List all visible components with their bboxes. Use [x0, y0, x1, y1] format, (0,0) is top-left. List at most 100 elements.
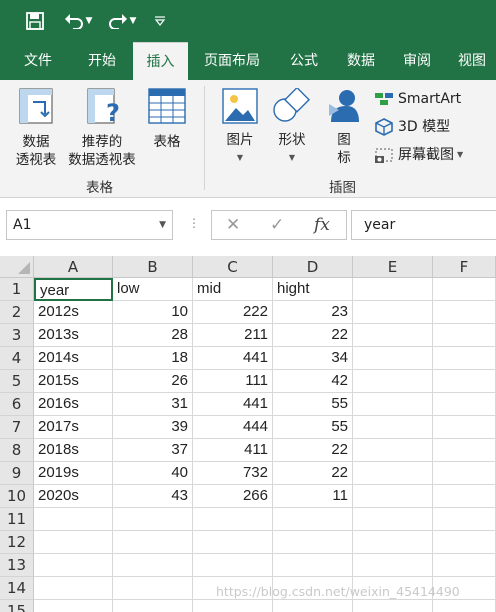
row-header-10[interactable]: 10 [0, 485, 34, 508]
cell-b14[interactable] [113, 577, 193, 600]
cell-f9[interactable] [433, 462, 496, 485]
shapes-button[interactable]: 形状 ▼ [270, 86, 314, 167]
cell-c11[interactable] [193, 508, 273, 531]
column-header-f[interactable]: F [433, 256, 496, 278]
row-header-15[interactable]: 15 [0, 600, 34, 612]
cell-d13[interactable] [273, 554, 353, 577]
tab-formulas[interactable]: 公式 [278, 42, 330, 80]
cell-d12[interactable] [273, 531, 353, 554]
cell-f5[interactable] [433, 370, 496, 393]
cell-a9[interactable]: 2019s [34, 462, 113, 485]
cell-d6[interactable]: 55 [273, 393, 353, 416]
cell-a4[interactable]: 2014s [34, 347, 113, 370]
cell-f7[interactable] [433, 416, 496, 439]
recommended-pivot-button[interactable]: ? 推荐的 数据透视表 [62, 88, 142, 169]
cell-b8[interactable]: 37 [113, 439, 193, 462]
tab-insert[interactable]: 插入 [133, 42, 188, 80]
cell-b2[interactable]: 10 [113, 301, 193, 324]
row-header-11[interactable]: 11 [0, 508, 34, 531]
column-header-d[interactable]: D [273, 256, 353, 278]
screenshot-button[interactable]: 屏幕截图 ▼ [374, 146, 494, 164]
customize-icon[interactable] [150, 8, 170, 34]
undo-dropdown-icon[interactable]: ▼ [86, 16, 93, 26]
cell-c9[interactable]: 732 [193, 462, 273, 485]
cell-a14[interactable] [34, 577, 113, 600]
cell-a2[interactable]: 2012s [34, 301, 113, 324]
tab-review[interactable]: 审阅 [390, 42, 444, 80]
cancel-icon[interactable]: ✕ [226, 215, 240, 235]
cell-f1[interactable] [433, 278, 496, 301]
cell-f15[interactable] [433, 600, 496, 612]
cell-d4[interactable]: 34 [273, 347, 353, 370]
cell-c12[interactable] [193, 531, 273, 554]
cell-f4[interactable] [433, 347, 496, 370]
cell-e13[interactable] [353, 554, 433, 577]
cell-e11[interactable] [353, 508, 433, 531]
enter-icon[interactable]: ✓ [270, 215, 284, 235]
shapes-dropdown-icon[interactable]: ▼ [270, 149, 314, 167]
cell-a15[interactable] [34, 600, 113, 612]
cell-b10[interactable]: 43 [113, 485, 193, 508]
cell-d9[interactable]: 22 [273, 462, 353, 485]
cell-c7[interactable]: 444 [193, 416, 273, 439]
row-header-7[interactable]: 7 [0, 416, 34, 439]
screenshot-dropdown-icon[interactable]: ▼ [457, 146, 463, 164]
cell-f12[interactable] [433, 531, 496, 554]
icons-button[interactable]: 图 标 [322, 88, 366, 167]
cell-a8[interactable]: 2018s [34, 439, 113, 462]
cell-e10[interactable] [353, 485, 433, 508]
table-button[interactable]: 表格 [144, 88, 190, 151]
row-header-4[interactable]: 4 [0, 347, 34, 370]
cell-e8[interactable] [353, 439, 433, 462]
name-box[interactable]: A1 ▼ [6, 210, 173, 240]
cell-b9[interactable]: 40 [113, 462, 193, 485]
tab-view[interactable]: 视图 [448, 42, 496, 80]
cell-d10[interactable]: 11 [273, 485, 353, 508]
cell-b15[interactable] [113, 600, 193, 612]
cell-d5[interactable]: 42 [273, 370, 353, 393]
row-header-13[interactable]: 13 [0, 554, 34, 577]
tab-home[interactable]: 开始 [72, 42, 132, 80]
tab-file[interactable]: 文件 [8, 42, 68, 80]
cell-c13[interactable] [193, 554, 273, 577]
row-header-5[interactable]: 5 [0, 370, 34, 393]
cell-e12[interactable] [353, 531, 433, 554]
cell-d7[interactable]: 55 [273, 416, 353, 439]
cell-a13[interactable] [34, 554, 113, 577]
cell-e2[interactable] [353, 301, 433, 324]
cell-a10[interactable]: 2020s [34, 485, 113, 508]
cell-c2[interactable]: 222 [193, 301, 273, 324]
tab-data[interactable]: 数据 [334, 42, 388, 80]
picture-dropdown-icon[interactable]: ▼ [218, 149, 262, 167]
tab-page-layout[interactable]: 页面布局 [192, 42, 272, 80]
cell-a6[interactable]: 2016s [34, 393, 113, 416]
row-header-14[interactable]: 14 [0, 577, 34, 600]
row-header-12[interactable]: 12 [0, 531, 34, 554]
cell-f13[interactable] [433, 554, 496, 577]
column-header-e[interactable]: E [353, 256, 433, 278]
column-header-c[interactable]: C [193, 256, 273, 278]
cell-e9[interactable] [353, 462, 433, 485]
save-icon[interactable] [22, 8, 48, 34]
cell-b1[interactable]: low [113, 278, 193, 301]
pivot-table-button[interactable]: 数据 透视表 [8, 88, 64, 169]
cell-a5[interactable]: 2015s [34, 370, 113, 393]
row-header-3[interactable]: 3 [0, 324, 34, 347]
cell-c1[interactable]: mid [193, 278, 273, 301]
cell-f6[interactable] [433, 393, 496, 416]
cell-c10[interactable]: 266 [193, 485, 273, 508]
cell-f10[interactable] [433, 485, 496, 508]
cell-b13[interactable] [113, 554, 193, 577]
cell-e7[interactable] [353, 416, 433, 439]
cell-e1[interactable] [353, 278, 433, 301]
formula-bar-grip-icon[interactable]: ⋮ [188, 216, 200, 230]
cell-a7[interactable]: 2017s [34, 416, 113, 439]
row-header-8[interactable]: 8 [0, 439, 34, 462]
cell-d8[interactable]: 22 [273, 439, 353, 462]
cell-d1[interactable]: hight [273, 278, 353, 301]
cell-e6[interactable] [353, 393, 433, 416]
cell-d2[interactable]: 23 [273, 301, 353, 324]
3d-models-button[interactable]: 3D 模型 [374, 118, 494, 136]
cell-c3[interactable]: 211 [193, 324, 273, 347]
cell-b3[interactable]: 28 [113, 324, 193, 347]
